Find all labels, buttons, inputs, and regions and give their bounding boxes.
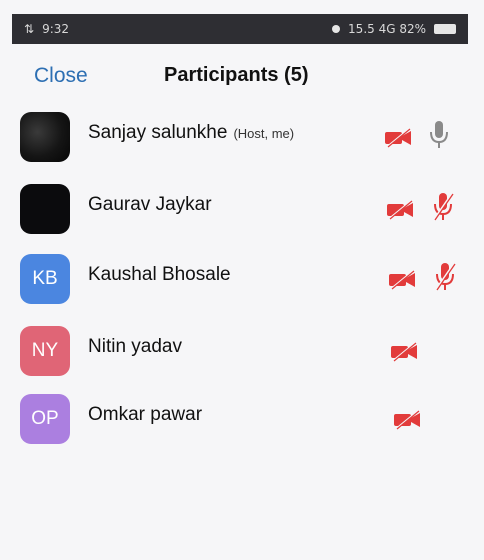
participant-row[interactable]: Gaurav Jaykar xyxy=(0,180,484,240)
notification-icon: ⇅ xyxy=(24,22,35,36)
status-bar: ⇅ 9:32 15.5 4G 82% xyxy=(12,14,468,44)
participant-name: Kaushal Bhosale xyxy=(88,264,231,285)
participants-header: Close Participants (5) xyxy=(0,58,484,94)
participant-name: Sanjay salunkhe xyxy=(88,122,228,143)
avatar: KB xyxy=(20,254,70,304)
participant-row[interactable]: OP Omkar pawar xyxy=(0,390,484,450)
video-off-icon[interactable] xyxy=(386,200,414,220)
close-button[interactable]: Close xyxy=(34,64,88,88)
participant-row[interactable]: NY Nitin yadav xyxy=(0,322,484,382)
video-off-icon[interactable] xyxy=(384,128,412,148)
host-tag: (Host, me) xyxy=(233,126,295,141)
mic-muted-icon[interactable] xyxy=(434,262,456,292)
battery-icon xyxy=(434,24,456,34)
avatar xyxy=(20,184,70,234)
participant-name: Gaurav Jaykar xyxy=(88,194,212,215)
video-off-icon[interactable] xyxy=(390,342,418,362)
participant-row[interactable]: Sanjay salunkhe (Host, me) xyxy=(0,108,484,168)
status-network: 15.5 4G 82% xyxy=(348,22,426,36)
participant-name: Nitin yadav xyxy=(88,336,182,357)
avatar: NY xyxy=(20,326,70,376)
avatar: OP xyxy=(20,394,70,444)
status-time: 9:32 xyxy=(42,22,70,36)
participants-screen: ⇅ 9:32 15.5 4G 82% Close Participants (5… xyxy=(0,0,484,560)
participant-row[interactable]: KB Kaushal Bhosale xyxy=(0,250,484,310)
page-title: Participants (5) xyxy=(164,64,309,86)
video-off-icon[interactable] xyxy=(388,270,416,290)
mic-muted-icon[interactable] xyxy=(432,192,454,222)
participant-name: Omkar pawar xyxy=(88,404,203,425)
avatar xyxy=(20,112,70,162)
video-off-icon[interactable] xyxy=(393,410,421,430)
mic-icon[interactable] xyxy=(428,120,450,150)
alarm-icon xyxy=(332,25,341,33)
